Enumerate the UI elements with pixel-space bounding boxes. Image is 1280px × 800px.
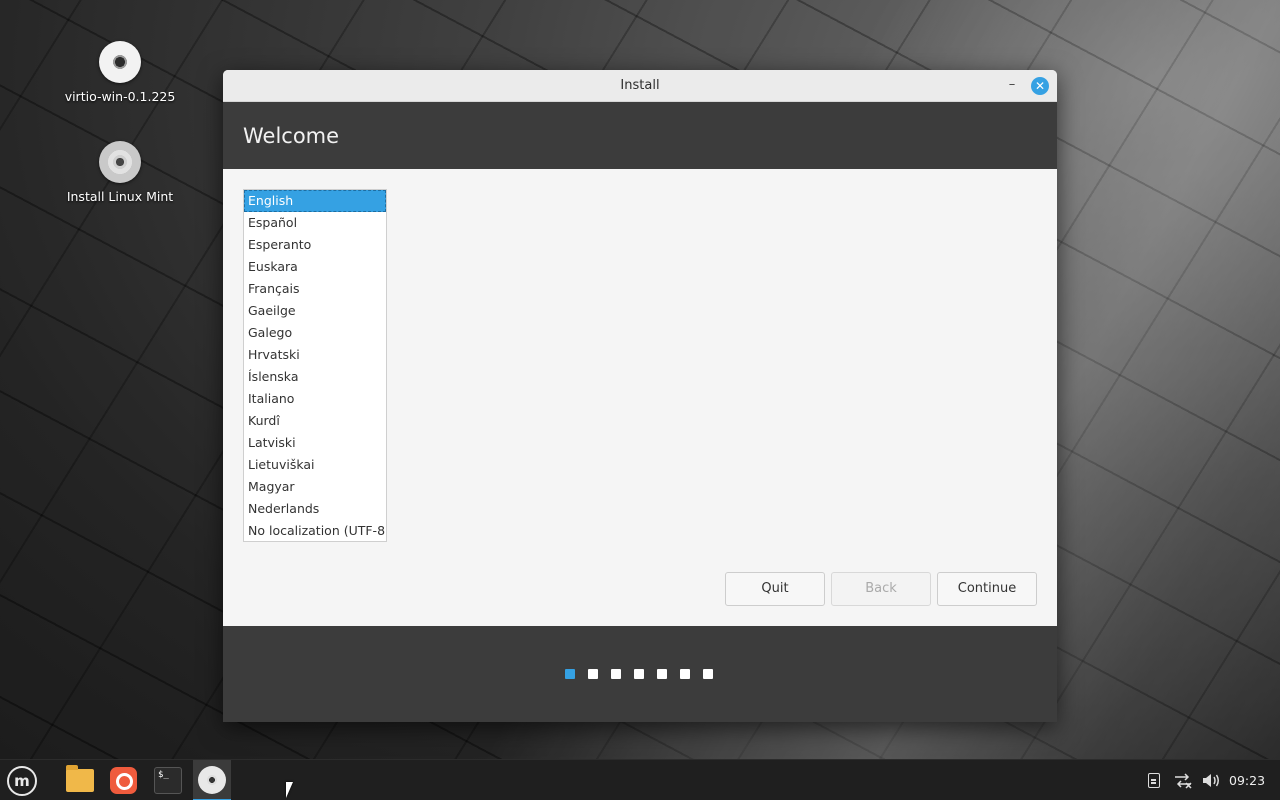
close-button[interactable]: ✕ — [1031, 77, 1049, 95]
language-list-item[interactable]: Nederlands — [244, 498, 386, 520]
step-indicator — [565, 669, 713, 679]
terminal-icon[interactable]: $_ — [154, 767, 182, 794]
language-list-item[interactable]: Kurdî — [244, 410, 386, 432]
firefox-icon[interactable] — [110, 767, 137, 794]
clock[interactable]: 09:23 — [1229, 760, 1265, 800]
step-dot — [680, 669, 690, 679]
continue-button[interactable]: Continue — [937, 572, 1037, 606]
taskbar: m $_ 09:23 — [0, 759, 1280, 800]
optical-disc-icon — [99, 141, 141, 183]
window-titlebar[interactable]: Install – ✕ — [223, 70, 1057, 102]
installer-disc-icon — [198, 766, 226, 794]
taskbar-item-installer[interactable] — [193, 760, 231, 800]
step-dot — [657, 669, 667, 679]
step-dot — [703, 669, 713, 679]
language-list-item[interactable]: Hrvatski — [244, 344, 386, 366]
desktop-icon-virtio-win[interactable]: virtio-win-0.1.225 — [50, 41, 190, 104]
language-list-item[interactable]: Español — [244, 212, 386, 234]
quit-button[interactable]: Quit — [725, 572, 825, 606]
network-disconnected-icon[interactable] — [1173, 772, 1193, 789]
language-list-item[interactable]: Français — [244, 278, 386, 300]
installer-content: English Español Esperanto Euskara Français Ga… — [223, 169, 1057, 626]
language-list[interactable]: English Español Esperanto Euskara Français Ga… — [243, 189, 387, 542]
page-title: Welcome — [243, 124, 340, 148]
page-header: Welcome — [223, 102, 1057, 169]
installer-window: Install – ✕ Welcome English Español Espera… — [223, 70, 1057, 722]
language-list-item[interactable]: Gaeilge — [244, 300, 386, 322]
desktop-icon-install-linux-mint[interactable]: Install Linux Mint — [50, 141, 190, 204]
back-button[interactable]: Back — [831, 572, 931, 606]
progress-footer — [223, 626, 1057, 722]
file-manager-icon[interactable] — [66, 765, 94, 792]
step-dot — [588, 669, 598, 679]
minimize-button[interactable]: – — [1004, 76, 1020, 94]
step-dot — [634, 669, 644, 679]
notes-icon[interactable] — [1148, 773, 1160, 788]
desktop-icon-label: virtio-win-0.1.225 — [64, 89, 176, 104]
window-title: Install — [620, 78, 660, 93]
language-list-item[interactable]: Esperanto — [244, 234, 386, 256]
language-list-item[interactable]: Lietuviškai — [244, 454, 386, 476]
menu-button-mint-logo-icon[interactable]: m — [7, 766, 37, 796]
language-list-item[interactable]: English — [244, 190, 386, 212]
language-list-item[interactable]: Italiano — [244, 388, 386, 410]
desktop-icon-label: Install Linux Mint — [66, 189, 174, 204]
step-dot — [565, 669, 575, 679]
language-list-item[interactable]: Íslenska — [244, 366, 386, 388]
language-list-item[interactable]: No localization (UTF-8) — [244, 520, 386, 541]
volume-icon[interactable] — [1201, 772, 1221, 789]
step-dot — [611, 669, 621, 679]
language-list-item[interactable]: Euskara — [244, 256, 386, 278]
optical-disc-icon — [99, 41, 141, 83]
mouse-cursor-icon — [286, 782, 300, 798]
language-list-item[interactable]: Latviski — [244, 432, 386, 454]
language-list-item[interactable]: Galego — [244, 322, 386, 344]
language-list-item[interactable]: Magyar — [244, 476, 386, 498]
